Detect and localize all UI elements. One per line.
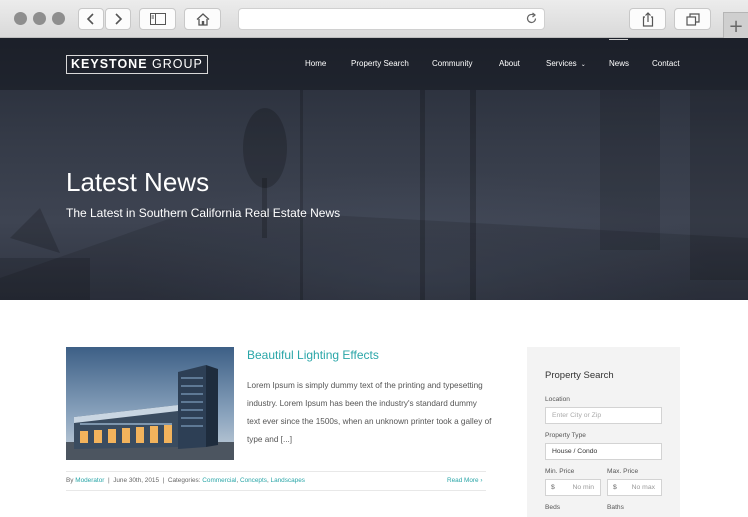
category-link-landscapes[interactable]: Landscapes <box>271 477 305 484</box>
plus-icon: + <box>728 16 744 37</box>
hero-banner: KEYSTONE GROUP Home Property Search Comm… <box>0 38 748 300</box>
post-title-link[interactable]: Beautiful Lighting Effects <box>247 348 379 362</box>
read-more-link[interactable]: Read More › <box>447 477 483 484</box>
address-bar[interactable] <box>238 8 545 30</box>
reload-icon[interactable] <box>525 12 538 25</box>
share-icon <box>642 11 653 27</box>
read-more-label: Read More <box>447 477 479 484</box>
zoom-window-button[interactable] <box>52 12 65 25</box>
min-price-input[interactable]: $ No min <box>545 479 601 496</box>
new-tab-button[interactable]: + <box>723 12 748 40</box>
tabs-icon <box>685 12 700 26</box>
tabs-overview-button[interactable] <box>674 8 711 30</box>
nav-community[interactable]: Community <box>432 59 472 68</box>
property-search-widget: Property Search Location Enter City or Z… <box>527 347 680 517</box>
share-button[interactable] <box>629 8 666 30</box>
logo-bold-text: KEYSTONE <box>71 57 148 71</box>
currency-symbol: $ <box>551 484 555 491</box>
nav-contact[interactable]: Contact <box>652 59 680 68</box>
meta-by-label: By <box>66 477 74 484</box>
forward-button[interactable] <box>105 8 131 30</box>
post-thumbnail[interactable] <box>66 347 234 460</box>
max-price-placeholder: No max <box>631 484 655 491</box>
back-button[interactable] <box>78 8 104 30</box>
divider <box>66 471 486 472</box>
page-title: Latest News <box>66 167 210 197</box>
beds-label: Beds <box>545 504 561 511</box>
property-type-label: Property Type <box>545 432 586 439</box>
currency-symbol: $ <box>613 484 617 491</box>
minimize-window-button[interactable] <box>33 12 46 25</box>
post-excerpt: Lorem Ipsum is simply dummy text of the … <box>247 381 492 444</box>
sidebar-icon <box>149 13 166 25</box>
widget-title: Property Search <box>545 370 614 381</box>
nav-news[interactable]: News <box>609 59 629 68</box>
author-link[interactable]: Moderator <box>75 477 104 484</box>
location-input[interactable]: Enter City or Zip <box>545 407 662 424</box>
chevron-right-icon <box>115 13 123 25</box>
post-date: June 30th, 2015 <box>113 477 160 484</box>
page-subtitle: The Latest in Southern California Real E… <box>66 206 341 220</box>
sidebar-toggle-button[interactable] <box>139 8 176 30</box>
home-icon <box>196 12 209 26</box>
meta-separator: | <box>162 477 165 484</box>
category-link-concepts[interactable]: Concepts <box>240 477 267 484</box>
post-meta: By Moderator | June 30th, 2015 | Categor… <box>66 477 305 484</box>
active-nav-indicator <box>609 39 628 40</box>
chevron-right-icon: › <box>480 477 483 484</box>
baths-label: Baths <box>607 504 624 511</box>
building-image <box>66 347 234 460</box>
nav-services[interactable]: Services ⌄ <box>546 59 586 68</box>
home-button[interactable] <box>184 8 221 30</box>
nav-about[interactable]: About <box>499 59 520 68</box>
location-label: Location <box>545 396 570 403</box>
close-window-button[interactable] <box>14 12 27 25</box>
category-link-commercial[interactable]: Commercial <box>202 477 236 484</box>
site-navbar: KEYSTONE GROUP Home Property Search Comm… <box>0 38 748 90</box>
min-price-label: Min. Price <box>545 468 575 475</box>
nav-services-label: Services <box>546 59 577 68</box>
nav-property-search[interactable]: Property Search <box>351 59 409 68</box>
meta-separator: | <box>107 477 110 484</box>
divider <box>66 490 486 491</box>
nav-home[interactable]: Home <box>305 59 326 68</box>
max-price-input[interactable]: $ No max <box>607 479 662 496</box>
chevron-down-icon: ⌄ <box>580 61 586 68</box>
min-price-placeholder: No min <box>572 484 594 491</box>
max-price-label: Max. Price <box>607 468 639 475</box>
logo-rest-text: GROUP <box>152 57 203 71</box>
categories-label: Categories: <box>167 477 201 484</box>
chevron-left-icon <box>86 13 94 25</box>
site-logo[interactable]: KEYSTONE GROUP <box>66 55 208 74</box>
property-type-select[interactable]: House / Condo <box>545 443 662 460</box>
browser-toolbar: + <box>0 0 748 40</box>
